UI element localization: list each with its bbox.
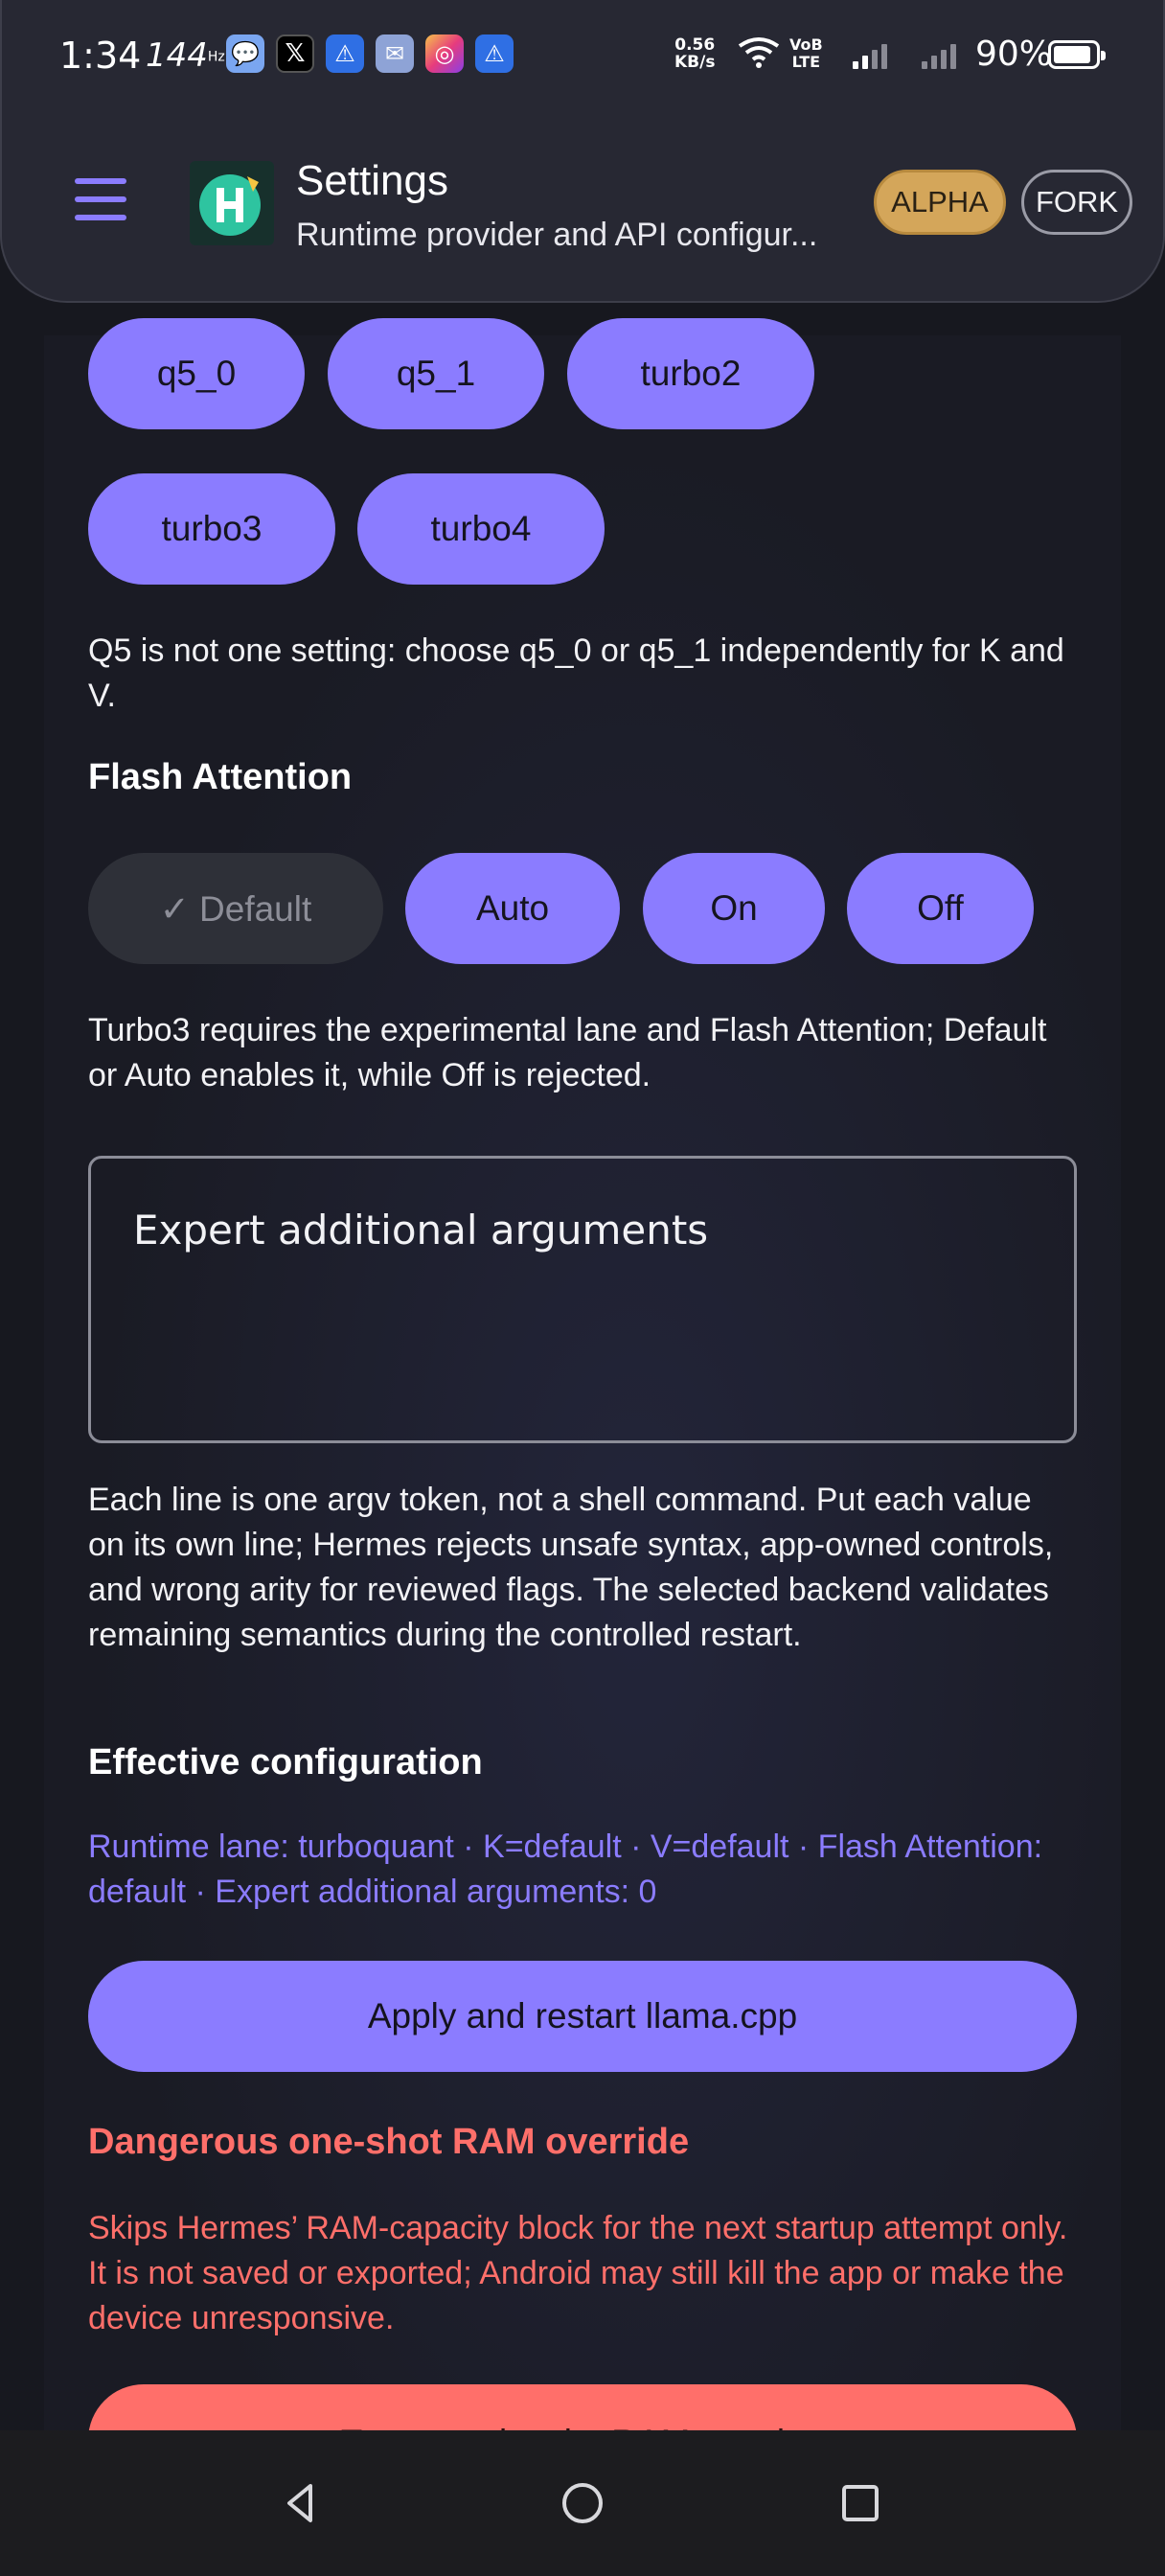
kv-option-turbo3[interactable]: turbo3 [88, 473, 335, 585]
x-icon: 𝕏 [276, 34, 314, 73]
signal-sim2-icon [922, 38, 956, 69]
wifi-icon [738, 37, 780, 68]
effective-config-summary: Runtime lane: turboquant · K=default · V… [88, 1828, 1043, 1910]
flash-option-auto[interactable]: Auto [405, 853, 620, 964]
page-title: Settings [296, 157, 448, 204]
flash-option-on[interactable]: On [643, 853, 825, 964]
warning-icon: ⚠ [475, 34, 514, 73]
hermes-logo-icon [190, 161, 274, 245]
home-icon[interactable] [560, 2480, 605, 2526]
flash-option-off[interactable]: Off [847, 853, 1034, 964]
kv-option-turbo2[interactable]: turbo2 [567, 318, 814, 429]
kv-quant-note: Q5 is not one setting: choose q5_0 or q5… [88, 632, 1064, 714]
battery-percent: 90% [975, 34, 1053, 74]
flash-attention-title: Flash Attention [88, 757, 353, 797]
kv-option-q5-0[interactable]: q5_0 [88, 318, 305, 429]
danger-description: Skips Hermes’ RAM-capacity block for the… [88, 2210, 1068, 2336]
signal-sim1-icon [853, 38, 887, 69]
chat-icon: 💬 [226, 34, 264, 73]
warning-icon: ⚠ [326, 34, 364, 73]
settings-scroll-area[interactable]: q5_0 q5_1 turbo2 turbo3 turbo4 Q5 is not… [0, 303, 1165, 2430]
instagram-icon: ◎ [425, 34, 464, 73]
effective-config-title: Effective configuration [88, 1742, 483, 1782]
expert-args-help: Each line is one argv token, not a shell… [88, 1482, 1054, 1653]
expert-args-label: Expert additional arguments [133, 1207, 709, 1254]
battery-icon [1048, 40, 1106, 69]
recents-icon[interactable] [837, 2480, 883, 2526]
page-subtitle: Runtime provider and API configur... [296, 217, 818, 253]
volte-indicator: VoB LTE [789, 35, 823, 71]
danger-title: Dangerous one-shot RAM override [88, 2122, 690, 2162]
flash-attention-note: Turbo3 requires the experimental lane an… [88, 1012, 1047, 1093]
alpha-badge: ALPHA [874, 170, 1006, 235]
kv-option-q5-1[interactable]: q5_1 [328, 318, 544, 429]
hamburger-icon [75, 178, 126, 184]
ram-override-button[interactable]: Try once despite RAM warning [88, 2384, 1077, 2430]
system-nav-bar [0, 2430, 1165, 2576]
mail-icon: ✉ [376, 34, 414, 73]
status-time: 1:34 [59, 34, 142, 77]
flash-option-default[interactable]: ✓ Default [88, 853, 383, 964]
refresh-rate: 144Hz [146, 36, 225, 75]
expert-args-textarea[interactable]: Expert additional arguments [88, 1156, 1077, 1443]
notification-icons: 💬 𝕏 ⚠ ✉ ◎ ⚠ [226, 34, 514, 73]
kv-option-turbo4[interactable]: turbo4 [357, 473, 605, 585]
back-icon[interactable] [278, 2480, 324, 2526]
app-header: 1:34 144Hz 💬 𝕏 ⚠ ✉ ◎ ⚠ 0.56 KB/s VoB LTE [0, 0, 1165, 303]
status-bar: 1:34 144Hz 💬 𝕏 ⚠ ✉ ◎ ⚠ 0.56 KB/s VoB LTE [2, 0, 1165, 107]
fork-badge: FORK [1021, 170, 1132, 235]
network-speed: 0.56 KB/s [674, 35, 716, 72]
apply-restart-button[interactable]: Apply and restart llama.cpp [88, 1961, 1077, 2072]
menu-button[interactable] [71, 174, 130, 224]
